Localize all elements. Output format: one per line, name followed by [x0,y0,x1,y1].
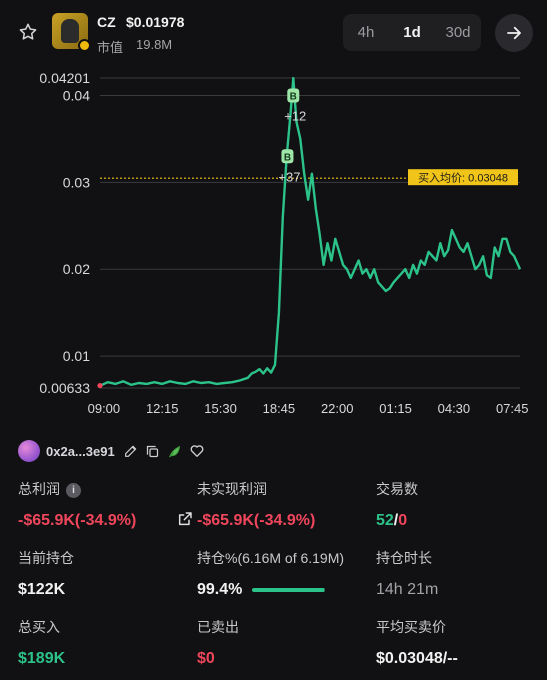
star-outline-icon[interactable] [18,22,38,42]
holding-pct-label: 持仓%(6.16M of 6.19M) [197,550,345,566]
trades-label: 交易数 [376,481,418,497]
buy-count: 52 [376,512,394,529]
buy-marker-letter: B [290,91,297,102]
x-tick-label: 07:45 [496,401,529,416]
sell-count: 0 [398,512,408,529]
x-tick-label: 09:00 [88,401,121,416]
total-pnl-value: -$65.9K(-34.9%) [18,512,137,529]
arrow-right-icon [507,26,521,40]
stat-total-bought: 总买入 $189K [18,617,65,668]
leaf-icon[interactable] [165,441,185,461]
external-share-icon[interactable] [177,511,193,527]
avg-buy-label: 买入均价: 0.03048 [418,172,508,185]
stat-hold-duration: 持仓时长 14h 21m [376,548,438,599]
y-tick-label: 0.04201 [39,70,90,86]
pencil-icon[interactable] [121,441,141,461]
stat-sold: 已卖出 $0 [197,617,239,668]
token-symbol: CZ [97,14,116,30]
chain-badge-icon [78,39,91,52]
stat-total-pnl: 总利润 i -$65.9K(-34.9%) [18,479,136,530]
unrealized-pnl-value: -$65.9K(-34.9%) [197,512,316,529]
y-tick-label: 0.02 [63,261,90,277]
total-bought-value: $189K [18,650,66,667]
y-tick-label: 0.03 [63,174,90,190]
holding-pct-value: 99.4% [197,581,243,598]
x-tick-label: 04:30 [438,401,471,416]
token-price: $0.01978 [126,14,185,30]
token-header: CZ $0.01978 市值 19.8M 4h 1d 30d [0,0,547,70]
y-tick-label: 0.00633 [39,380,90,396]
holding-pct-bar [252,587,326,592]
wallet-address[interactable]: 0x2a...3e91 [46,444,115,459]
x-tick-label: 12:15 [146,401,179,416]
x-tick-label: 18:45 [263,401,296,416]
buy-marker-label: +12 [284,108,306,123]
sold-value: $0 [197,650,215,667]
avg-price-value: $0.03048/-- [376,650,458,667]
start-point [97,383,103,389]
market-cap-value: 19.8M [136,37,173,52]
wallet-avatar [18,440,40,462]
token-logo [52,13,91,52]
holding-label: 当前持仓 [18,550,74,566]
price-line [99,76,522,387]
stat-holding-pct: 持仓%(6.16M of 6.19M) 99.4% [197,548,344,599]
stat-holding: 当前持仓 $122K [18,548,74,599]
heart-outline-icon[interactable] [187,441,207,461]
price-chart[interactable]: 0.04201 0.04 0.03 0.02 0.01 0.00633 09:00 12:15… [0,70,547,420]
avg-price-label: 平均买卖价 [376,619,446,635]
timeframe-1d[interactable]: 1d [389,14,435,51]
total-pnl-label: 总利润 [18,481,60,497]
stat-unrealized-pnl: 未实现利润 -$65.9K(-34.9%) [197,479,315,530]
copy-icon[interactable] [143,441,163,461]
token-logo-figure [61,19,79,43]
holding-value: $122K [18,581,66,598]
y-tick-label: 0.04 [63,87,90,103]
open-token-button[interactable] [495,14,533,52]
y-tick-label: 0.01 [63,348,90,364]
hold-duration-label: 持仓时长 [376,550,432,566]
sold-label: 已卖出 [197,619,239,635]
x-tick-label: 22:00 [321,401,354,416]
total-bought-label: 总买入 [18,619,60,635]
stat-trades: 交易数 52/0 [376,479,418,530]
timeframe-30d[interactable]: 30d [435,14,481,51]
timeframe-selector: 4h 1d 30d [343,14,481,51]
price-chart-svg: 0.042010.04 0.03 0.02 0.01 0.00633 09:00 12:15… [39,70,529,416]
stat-avg-price: 平均买卖价 $0.03048/-- [376,617,458,668]
wallet-row: 0x2a...3e91 [18,439,207,463]
buy-marker-label: +37 [278,169,300,184]
hold-duration-value: 14h 21m [376,581,439,598]
buy-marker-letter: B [284,152,291,163]
unrealized-pnl-label: 未实现利润 [197,481,267,497]
market-cap-label: 市值 [97,40,124,55]
x-tick-label: 01:15 [379,401,412,416]
info-icon[interactable]: i [66,482,81,498]
timeframe-4h[interactable]: 4h [343,14,389,51]
x-tick-label: 15:30 [204,401,237,416]
